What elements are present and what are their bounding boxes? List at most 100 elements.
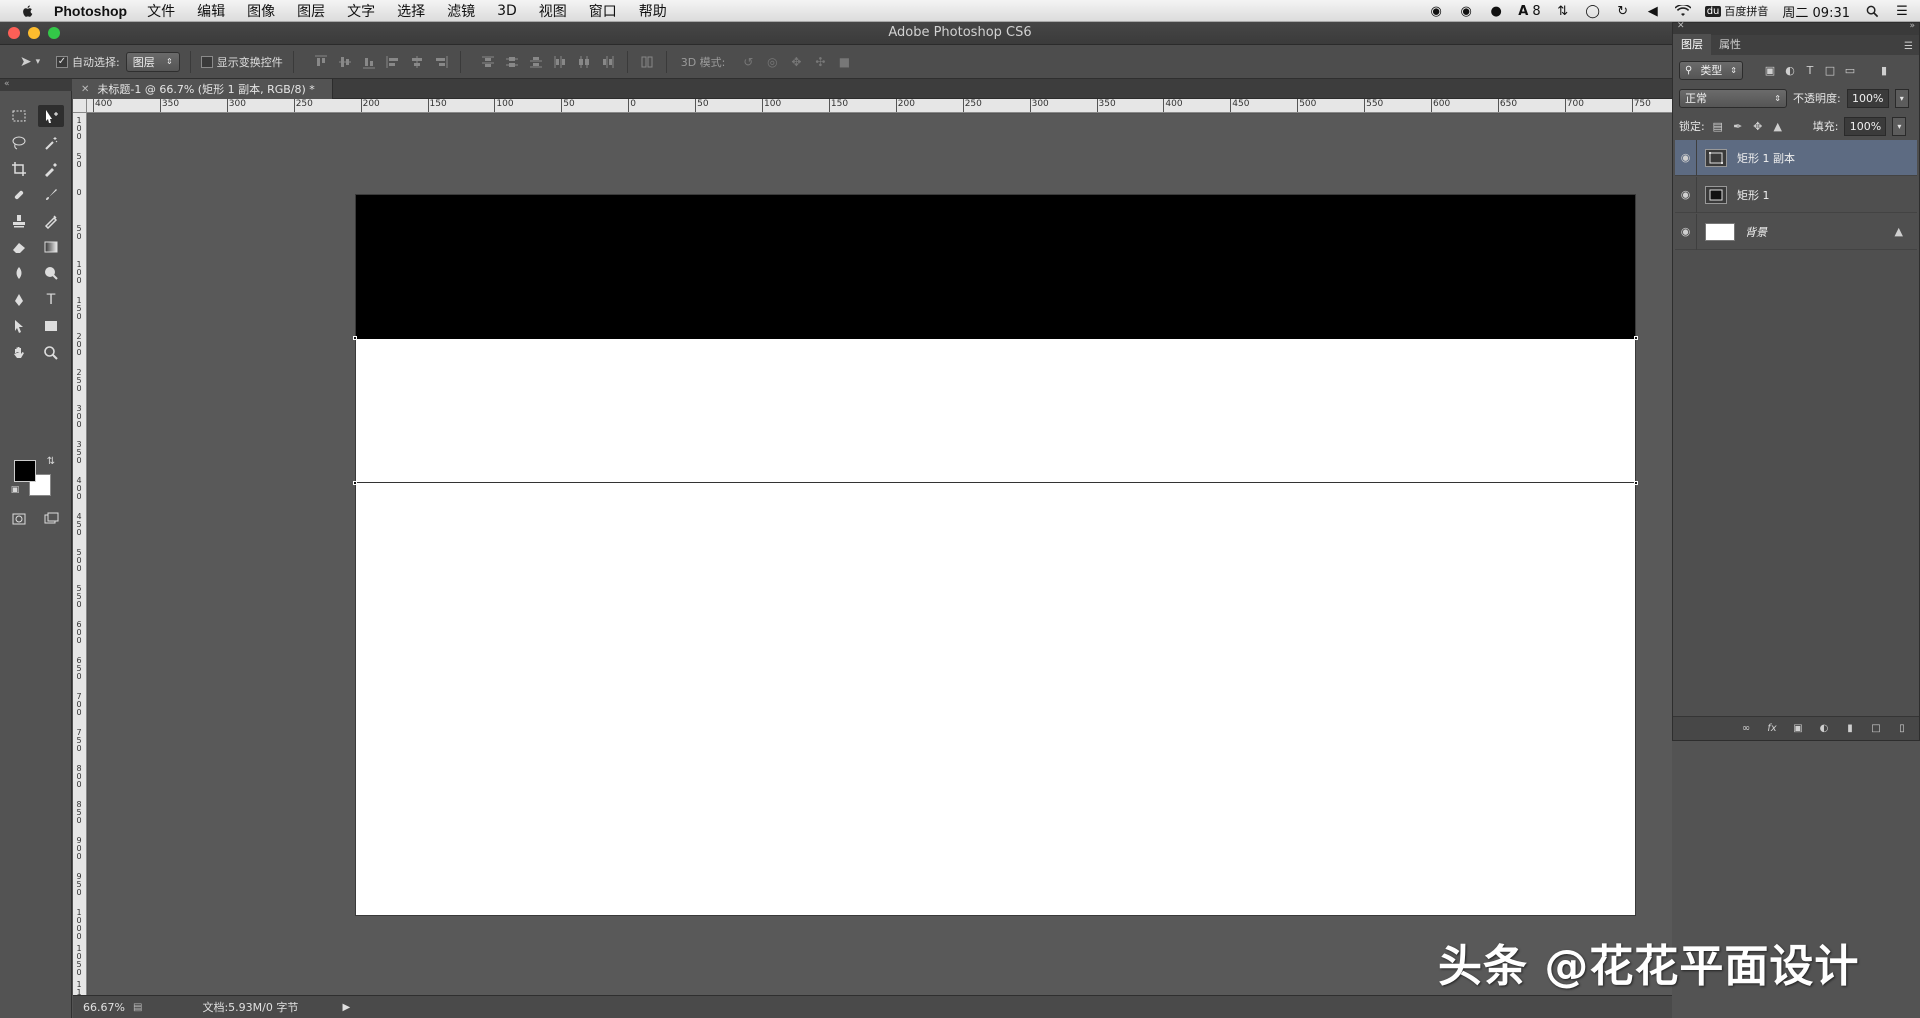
blend-mode-dropdown[interactable]: 正常 ⇕ — [1679, 88, 1787, 108]
layer-row[interactable]: ◉ 矩形 1 — [1675, 176, 1917, 213]
path-selection-tool-icon[interactable] — [6, 315, 32, 337]
background-thumbnail[interactable] — [1705, 222, 1735, 241]
menu-layer[interactable]: 图层 — [297, 1, 325, 21]
magic-wand-tool-icon[interactable] — [38, 132, 64, 154]
dodge-tool-icon[interactable] — [38, 262, 64, 284]
app-menu-photoshop[interactable]: Photoshop — [54, 3, 127, 19]
delete-layer-trash-icon[interactable]: ▯ — [1895, 722, 1909, 736]
transfer-icon[interactable]: ⇅ — [1555, 3, 1571, 19]
lock-icon[interactable]: ▲ — [1895, 225, 1903, 238]
panel-close-icon[interactable]: ✕ — [1677, 21, 1685, 31]
tab-properties[interactable]: 属性 — [1711, 34, 1749, 55]
layer-style-fx-icon[interactable]: fx — [1765, 722, 1779, 736]
3d-drag-icon[interactable]: ✥ — [787, 53, 805, 71]
distribute-bottom-icon[interactable] — [527, 53, 545, 71]
screen-mode-icon[interactable] — [38, 508, 64, 530]
default-colors-icon[interactable]: ▣ — [8, 483, 22, 497]
show-transform-checkbox[interactable] — [200, 55, 213, 68]
visibility-eye-icon[interactable]: ◉ — [1675, 139, 1697, 176]
auto-select-option[interactable]: ✓ 自动选择: — [56, 54, 120, 70]
path-anchor-point[interactable] — [1634, 481, 1638, 485]
add-mask-icon[interactable]: ▣ — [1791, 722, 1805, 736]
align-top-edges-icon[interactable] — [312, 53, 330, 71]
filter-type-icon[interactable]: T — [1803, 63, 1817, 77]
3d-slide-icon[interactable]: ✣ — [811, 53, 829, 71]
document-canvas[interactable] — [353, 195, 1638, 915]
zoom-level[interactable]: 66.67% — [73, 1001, 133, 1014]
3d-scale-icon[interactable]: ■ — [835, 53, 853, 71]
link-layers-icon[interactable]: ∞ — [1739, 722, 1753, 736]
auto-select-checkbox[interactable]: ✓ — [56, 55, 68, 68]
quick-mask-icon[interactable] — [6, 508, 32, 530]
brush-tool-icon[interactable] — [38, 184, 64, 206]
lasso-tool-icon[interactable] — [6, 132, 32, 154]
filter-toggle-icon[interactable]: ▮ — [1877, 63, 1891, 77]
eraser-tool-icon[interactable] — [6, 236, 32, 258]
blur-tool-icon[interactable] — [6, 262, 32, 284]
menu-help[interactable]: 帮助 — [639, 1, 667, 21]
horizontal-ruler[interactable]: 400 350 300 250 200 150 100 50 0 50 100 150 200 250 30… — [87, 99, 1672, 113]
status-menu-arrow-icon[interactable]: ▶ — [342, 1002, 350, 1013]
filter-pixel-icon[interactable]: ▣ — [1763, 63, 1777, 77]
distribute-right-icon[interactable] — [599, 53, 617, 71]
wifi-icon[interactable] — [1674, 3, 1691, 19]
tab-layers[interactable]: 图层 — [1673, 34, 1711, 55]
layer-name[interactable]: 背景 — [1745, 224, 1767, 240]
swap-colors-icon[interactable]: ⇅ — [44, 454, 58, 468]
layer-rectangle-1-copy-bounds[interactable] — [353, 336, 1638, 485]
input-method[interactable]: du 百度拼音 — [1704, 3, 1768, 19]
crop-tool-icon[interactable] — [6, 158, 32, 180]
filter-smart-object-icon[interactable]: ▭ — [1843, 63, 1857, 77]
canvas-workspace[interactable] — [88, 114, 1672, 995]
menu-type[interactable]: 文字 — [347, 1, 375, 21]
align-vertical-centers-icon[interactable] — [336, 53, 354, 71]
opacity-slider-toggle[interactable]: ▾ — [1894, 88, 1909, 108]
menu-image[interactable]: 图像 — [247, 1, 275, 21]
move-tool-icon[interactable] — [38, 105, 64, 127]
shape-thumbnail-icon[interactable] — [1705, 148, 1727, 167]
rectangular-marquee-tool-icon[interactable] — [6, 105, 32, 127]
accessibility-icon[interactable]: ◯ — [1585, 3, 1601, 19]
layer-name[interactable]: 矩形 1 — [1737, 187, 1770, 203]
fill-input[interactable]: 100% — [1844, 116, 1887, 136]
tool-preset-picker[interactable]: ➤ ▾ — [10, 50, 50, 74]
layer-filter-dropdown[interactable]: ⚲ 类型 ⇕ — [1679, 60, 1743, 80]
gradient-tool-icon[interactable] — [38, 236, 64, 258]
distribute-top-icon[interactable] — [479, 53, 497, 71]
pen-tool-icon[interactable] — [6, 289, 32, 311]
3d-rotate-icon[interactable]: ↺ — [739, 53, 757, 71]
auto-select-target-dropdown[interactable]: 图层 ⇕ — [125, 51, 180, 72]
menu-window[interactable]: 窗口 — [589, 1, 617, 21]
menu-filter[interactable]: 滤镜 — [447, 1, 475, 21]
new-layer-icon[interactable]: □ — [1869, 722, 1883, 736]
lock-transparent-pixels-icon[interactable]: ▤ — [1711, 119, 1725, 133]
menu-file[interactable]: 文件 — [147, 1, 175, 21]
align-horizontal-centers-icon[interactable] — [408, 53, 426, 71]
history-brush-tool-icon[interactable] — [38, 210, 64, 232]
clone-stamp-tool-icon[interactable] — [6, 210, 32, 232]
distribute-hcenter-icon[interactable] — [575, 53, 593, 71]
visibility-eye-icon[interactable]: ◉ — [1675, 213, 1697, 250]
new-adjustment-layer-icon[interactable]: ◐ — [1817, 722, 1831, 736]
path-anchor-point[interactable] — [1634, 336, 1638, 340]
lock-position-icon[interactable]: ✥ — [1751, 119, 1765, 133]
document-tab[interactable]: ✕ 未标题-1 @ 66.7% (矩形 1 副本, RGB/8) * — [73, 79, 333, 99]
new-group-folder-icon[interactable]: ▮ — [1843, 722, 1857, 736]
opacity-input[interactable]: 100% — [1846, 88, 1889, 108]
ruler-origin[interactable] — [73, 99, 87, 113]
notification-center-icon[interactable]: ☰ — [1894, 3, 1910, 19]
panel-collapse-icon[interactable]: » — [1909, 21, 1915, 31]
distribute-left-icon[interactable] — [551, 53, 569, 71]
layer-rectangle-1[interactable] — [356, 195, 1635, 339]
layer-row[interactable]: ◉ 背景 ▲ — [1675, 213, 1917, 250]
menu-select[interactable]: 选择 — [397, 1, 425, 21]
rectangle-tool-icon[interactable] — [38, 315, 64, 337]
hand-tool-icon[interactable] — [6, 342, 32, 364]
qq-alt-icon[interactable]: ◉ — [1458, 3, 1474, 19]
qq-icon[interactable]: ◉ — [1428, 3, 1444, 19]
menu-3d[interactable]: 3D — [497, 3, 517, 19]
lock-image-pixels-icon[interactable]: ✒ — [1731, 119, 1745, 133]
adobe-notification[interactable]: A 8 — [1518, 4, 1540, 19]
filter-adjustment-icon[interactable]: ◐ — [1783, 63, 1797, 77]
lock-all-icon[interactable]: ▲ — [1771, 119, 1785, 133]
